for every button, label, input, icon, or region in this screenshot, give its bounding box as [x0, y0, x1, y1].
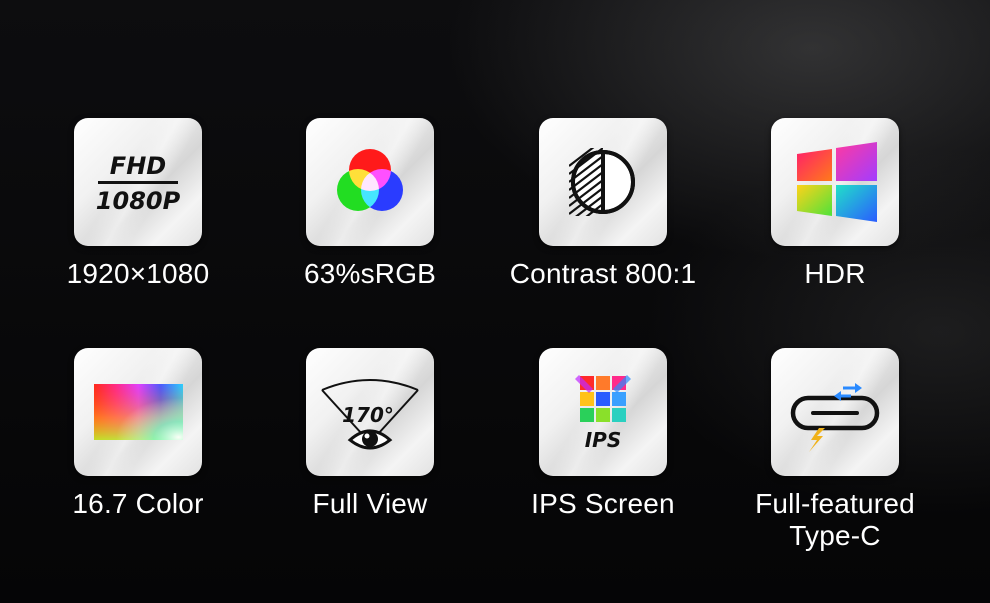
rgb-circles-icon — [306, 118, 434, 246]
feature-hdr: HDR — [719, 118, 951, 290]
feature-colors: 16.7 Color — [22, 348, 254, 520]
ips-panel-icon: IPS — [539, 348, 667, 476]
feature-label: Contrast 800:1 — [509, 258, 697, 289]
hdr-window-icon — [771, 118, 899, 246]
type-c-port-icon — [771, 348, 899, 476]
feature-label: Full View — [312, 488, 428, 519]
view-angle-text: 170° — [342, 403, 394, 427]
feature-contrast: Contrast 800:1 — [487, 118, 719, 290]
feature-label: 63%sRGB — [303, 258, 437, 289]
1080p-icon-text: 1080P — [96, 187, 181, 215]
color-spectrum-icon — [74, 348, 202, 476]
feature-label: Full-featured Type-C — [755, 488, 915, 551]
feature-color-gamut: 63%sRGB — [254, 118, 486, 290]
contrast-circle-icon — [539, 118, 667, 246]
feature-label: 16.7 Color — [72, 488, 204, 519]
feature-label: 1920×1080 — [66, 258, 210, 289]
eye-view-angle-icon: 170° — [306, 348, 434, 476]
feature-label: IPS Screen — [531, 488, 675, 519]
ips-icon-text: IPS — [585, 428, 622, 452]
feature-viewing-angle: 170° Full View — [254, 348, 486, 520]
fhd-icon-text: FHD — [110, 152, 166, 180]
feature-resolution: FHD 1080P 1920×1080 — [22, 118, 254, 290]
fhd-1080p-icon: FHD 1080P — [74, 118, 202, 246]
feature-port: Full-featured Type-C — [719, 348, 951, 552]
feature-label: HDR — [804, 258, 866, 289]
feature-panel: IPS IPS Screen — [487, 348, 719, 520]
